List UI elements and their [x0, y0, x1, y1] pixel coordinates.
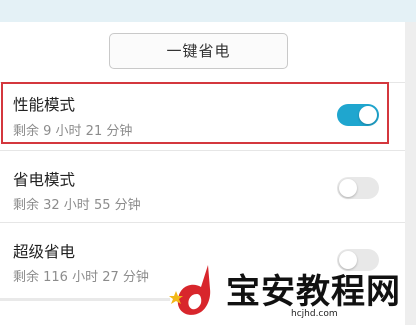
highlight-box	[1, 82, 389, 144]
divider	[0, 298, 170, 301]
mode-remaining-time: 剩余 32 小时 55 分钟	[13, 198, 141, 213]
mode-title: 超级省电	[13, 243, 76, 261]
mode-remaining-time: 剩余 116 小时 27 分钟	[13, 270, 149, 285]
watermark-text: 宝安教程网	[226, 272, 401, 312]
power-saving-mode-toggle[interactable]	[337, 177, 379, 199]
divider	[0, 150, 405, 151]
watermark-url: hcjhd.com	[291, 309, 338, 319]
d-letter-star-logo-icon	[169, 265, 211, 315]
mode-row-power-saving[interactable]: 省电模式 剩余 32 小时 55 分钟	[0, 152, 405, 222]
top-background-band	[0, 0, 416, 22]
mode-title: 省电模式	[13, 171, 76, 189]
toggle-knob	[339, 179, 357, 197]
panel-right-edge	[405, 22, 416, 325]
divider	[0, 222, 405, 223]
one-key-save-button[interactable]: 一键省电	[109, 33, 288, 69]
